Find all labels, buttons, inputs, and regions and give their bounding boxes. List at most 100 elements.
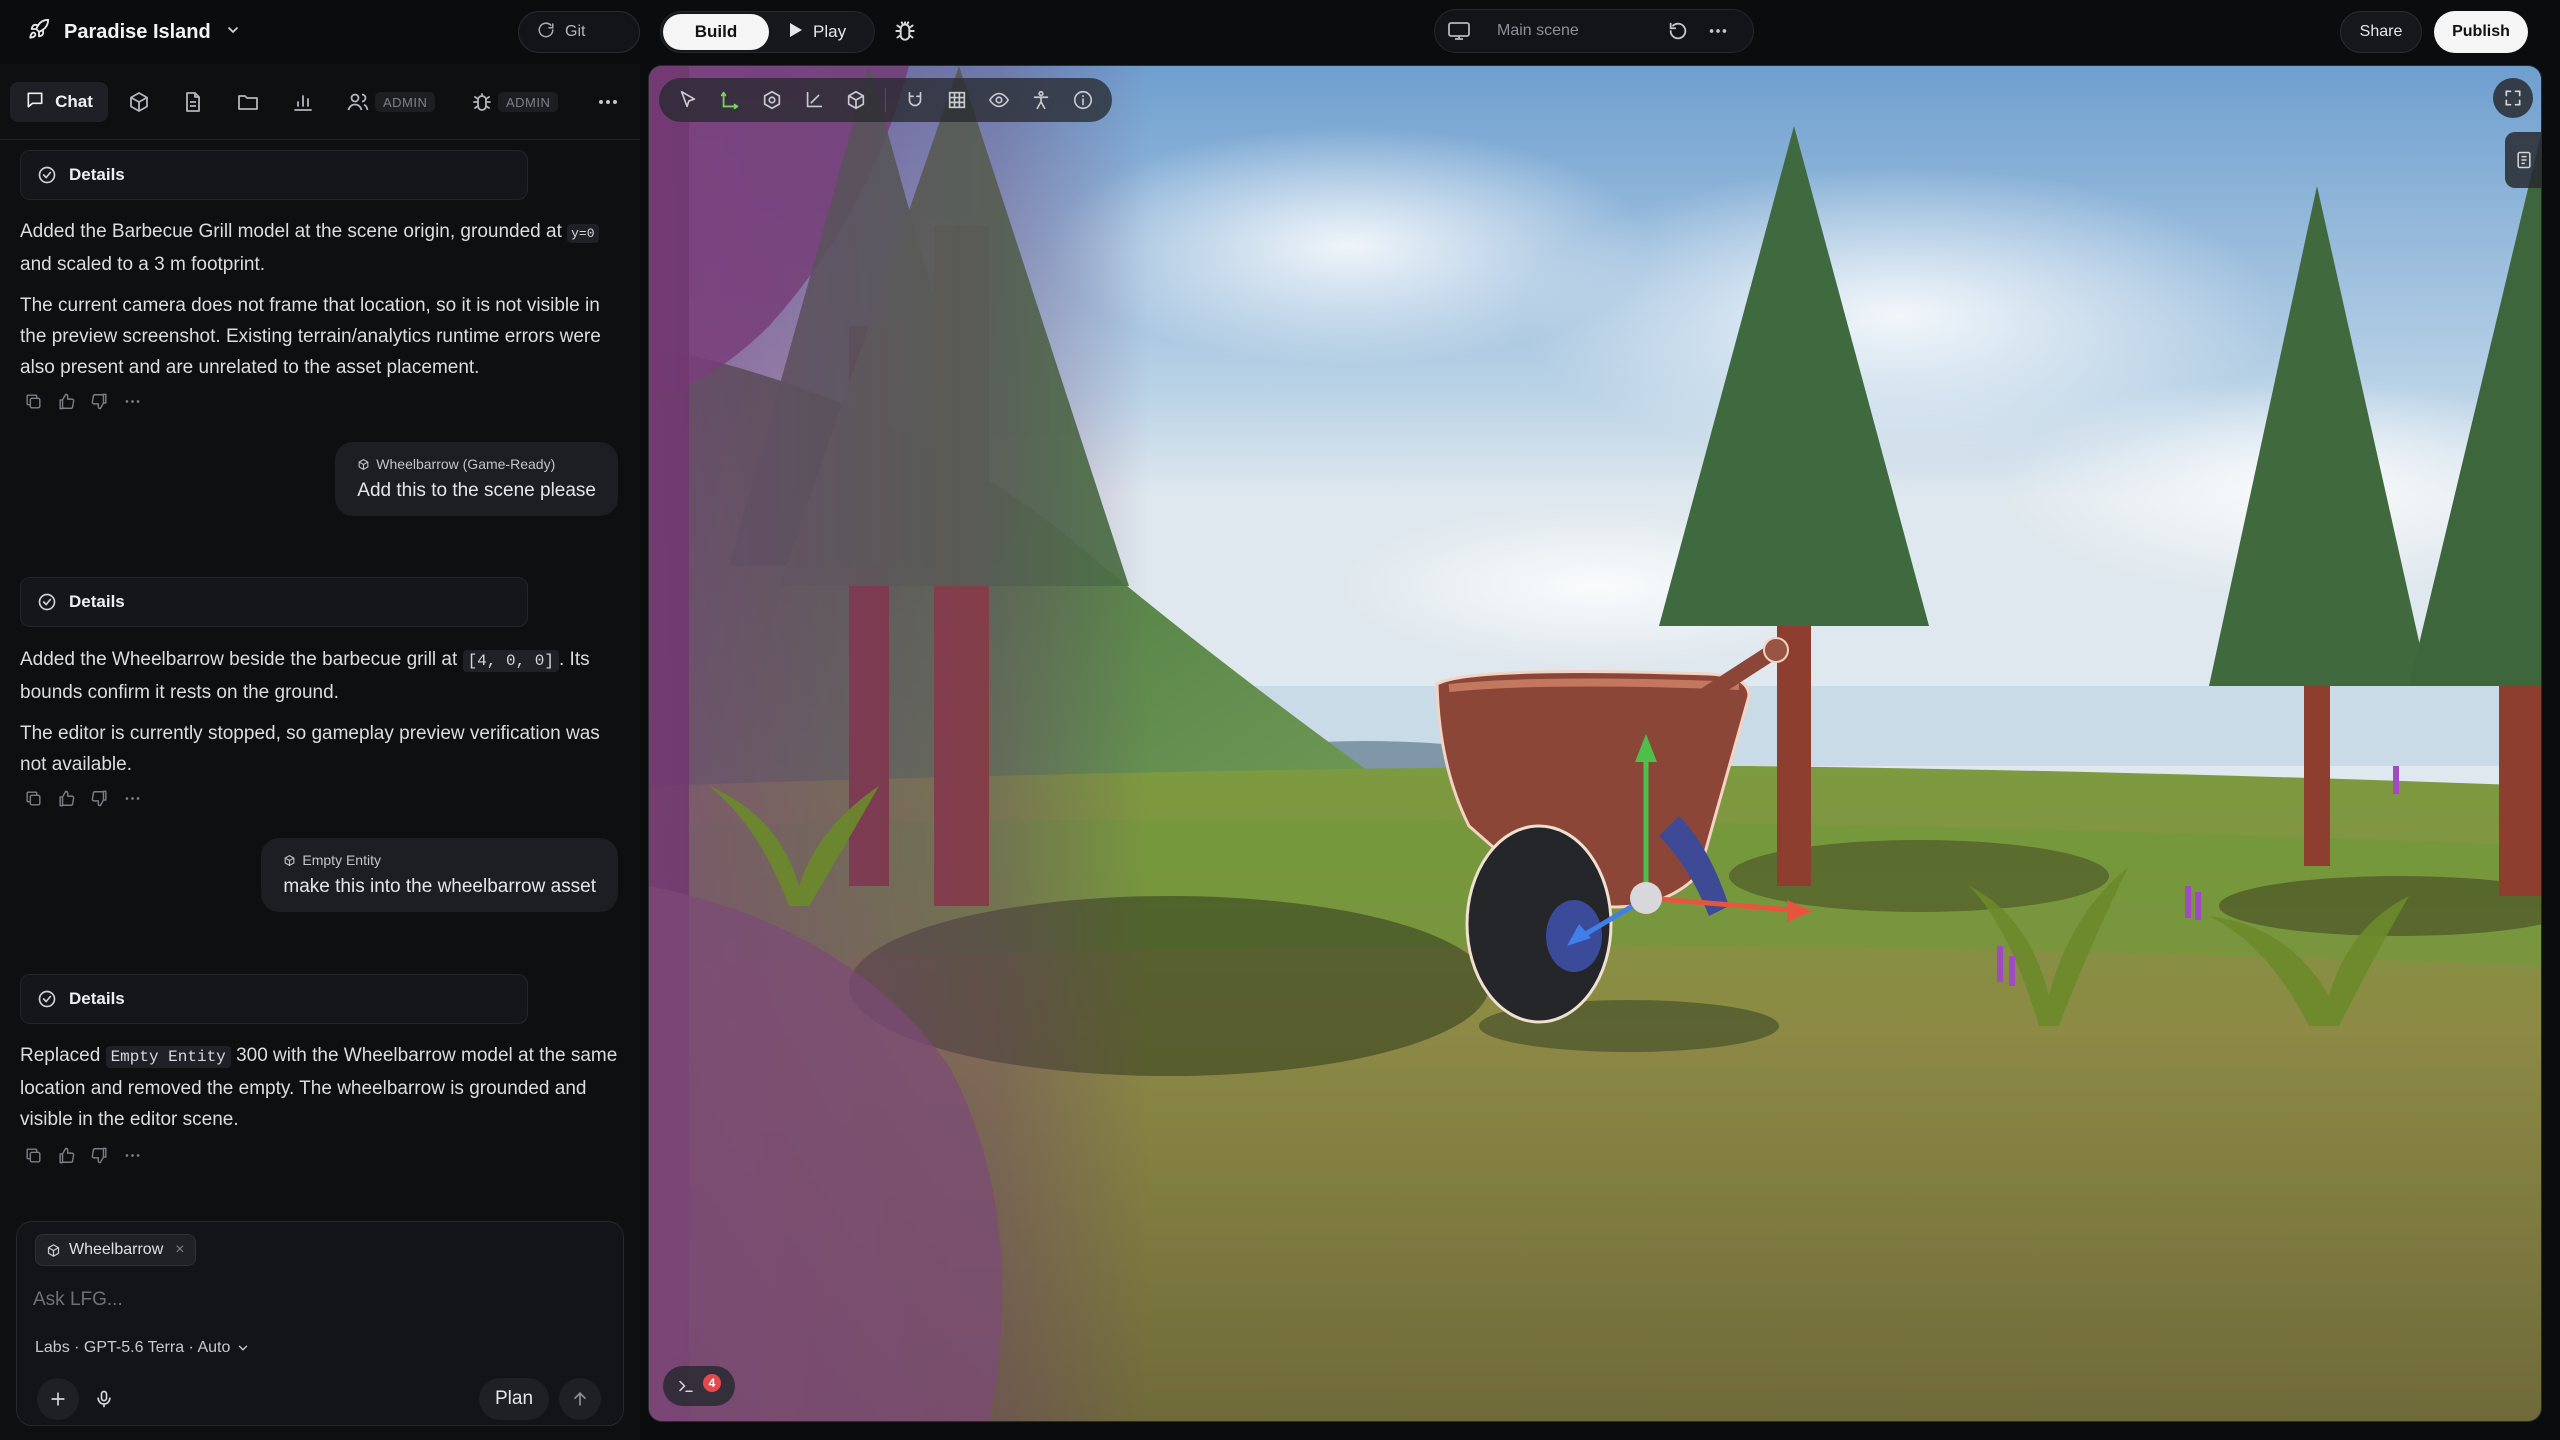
check-circle-icon: [38, 166, 56, 184]
chat-bubble-icon: [25, 90, 45, 115]
details-toggle[interactable]: Details: [20, 577, 528, 627]
message-text: Replaced: [20, 1045, 101, 1066]
scene-viewport[interactable]: 4: [648, 65, 2542, 1422]
thumbs-up-icon[interactable]: [57, 392, 76, 411]
thumbs-down-icon[interactable]: [90, 1146, 109, 1165]
context-label: Wheelbarrow (Game-Ready): [376, 456, 556, 472]
inline-code: [4, 0, 0]: [462, 650, 559, 672]
info-icon: [1073, 90, 1093, 110]
tab-admin-settings[interactable]: [470, 90, 494, 114]
assistant-message: Replaced Empty Entity 300 with the Wheel…: [20, 1040, 620, 1135]
mic-icon: [97, 1390, 111, 1408]
debug-button[interactable]: [892, 18, 920, 46]
tab-chat[interactable]: Chat: [10, 82, 108, 122]
info-button[interactable]: [1064, 81, 1102, 119]
scene-render[interactable]: [649, 66, 2542, 1422]
message-paragraph: Added the Wheelbarrow beside the barbecu…: [20, 644, 620, 708]
rocket-icon: [28, 18, 50, 46]
model-selector[interactable]: Labs · GPT-5.6 Terra · Auto: [35, 1339, 250, 1357]
check-circle-icon: [38, 593, 56, 611]
send-button[interactable]: [559, 1378, 601, 1420]
grid-toggle[interactable]: [938, 81, 976, 119]
message-text: Add this to the scene please: [357, 480, 596, 501]
more-icon: [599, 100, 617, 104]
project-selector[interactable]: Paradise Island: [28, 14, 241, 50]
copy-icon[interactable]: [24, 789, 43, 808]
publish-button[interactable]: Publish: [2434, 11, 2528, 53]
character-toggle[interactable]: [1022, 81, 1060, 119]
inspector-icon: [2517, 151, 2531, 169]
thumbs-down-icon[interactable]: [90, 392, 109, 411]
check-circle-icon: [38, 990, 56, 1008]
snap-toggle[interactable]: [896, 81, 934, 119]
gear-bug-icon: [473, 93, 491, 111]
rotate-icon: [763, 90, 781, 110]
build-tab[interactable]: Build: [663, 14, 769, 50]
thumbs-up-icon[interactable]: [57, 789, 76, 808]
rotate-tool[interactable]: [753, 81, 791, 119]
more-icon[interactable]: [123, 392, 142, 411]
share-button[interactable]: Share: [2340, 11, 2422, 53]
fullscreen-button[interactable]: [2493, 78, 2533, 118]
context-reference[interactable]: Wheelbarrow (Game-Ready): [357, 456, 596, 472]
tab-docs[interactable]: [181, 90, 205, 114]
eye-icon: [988, 92, 1010, 108]
user-message: Wheelbarrow (Game-Ready) Add this to the…: [335, 442, 618, 516]
more-tabs-button[interactable]: [596, 90, 620, 114]
plan-button[interactable]: Plan: [479, 1378, 549, 1420]
message-actions: [24, 789, 142, 808]
bar-chart-icon: [294, 95, 312, 111]
tab-users[interactable]: [346, 90, 370, 114]
message-paragraph: Added the Barbecue Grill model at the sc…: [20, 216, 620, 280]
more-icon[interactable]: [1707, 20, 1729, 42]
tab-chat-label: Chat: [55, 92, 93, 111]
context-label: Empty Entity: [302, 852, 381, 868]
more-icon[interactable]: [123, 1146, 142, 1165]
chat-panel: Chat ADMIN ADMIN Details Added the Barbe…: [0, 64, 640, 1440]
details-toggle[interactable]: Details: [20, 974, 528, 1024]
message-text: Added the Barbecue Grill model at the sc…: [20, 221, 562, 242]
refresh-icon[interactable]: [1667, 20, 1689, 42]
scale-tool[interactable]: [795, 81, 833, 119]
assistant-message: Added the Barbecue Grill model at the sc…: [20, 216, 620, 383]
tab-analytics[interactable]: [291, 90, 315, 114]
message-text: Added the Wheelbarrow beside the barbecu…: [20, 649, 458, 670]
tab-files[interactable]: [236, 90, 260, 114]
add-button[interactable]: [37, 1378, 79, 1420]
plus-icon: [51, 1392, 65, 1406]
more-icon[interactable]: [123, 789, 142, 808]
copy-icon[interactable]: [24, 1146, 43, 1165]
copy-icon[interactable]: [24, 392, 43, 411]
scene-name: Main scene: [1497, 22, 1579, 39]
details-toggle[interactable]: Details: [20, 150, 528, 200]
play-icon: [789, 22, 803, 43]
cube-icon: [358, 458, 369, 470]
thumbs-down-icon[interactable]: [90, 789, 109, 808]
chevron-down-icon: [239, 1345, 248, 1351]
select-tool[interactable]: [669, 81, 707, 119]
console-button[interactable]: 4: [663, 1366, 735, 1406]
fullscreen-icon: [2505, 90, 2521, 106]
magnet-icon: [908, 91, 922, 107]
play-tab[interactable]: Play: [789, 14, 846, 50]
scene-selector[interactable]: Main scene: [1434, 9, 1754, 53]
mode-switch: Build Play: [660, 11, 875, 53]
top-bar: Paradise Island Git Build Play Main scen…: [0, 0, 2560, 64]
visibility-toggle[interactable]: [980, 81, 1018, 119]
bounds-tool[interactable]: [837, 81, 875, 119]
context-reference[interactable]: Empty Entity: [283, 852, 596, 868]
close-icon[interactable]: ×: [175, 1241, 184, 1259]
tab-assets[interactable]: [127, 90, 151, 114]
prompt-input[interactable]: [33, 1282, 593, 1318]
message-actions: [24, 1146, 142, 1165]
context-chip[interactable]: Wheelbarrow ×: [35, 1234, 196, 1266]
git-button[interactable]: Git: [518, 11, 640, 53]
thumbs-up-icon[interactable]: [57, 1146, 76, 1165]
git-icon: [537, 21, 555, 44]
inspector-toggle[interactable]: [2505, 132, 2541, 188]
move-tool[interactable]: [711, 81, 749, 119]
mic-button[interactable]: [83, 1378, 125, 1420]
message-paragraph: The current camera does not frame that l…: [20, 295, 601, 378]
admin-badge: ADMIN: [498, 92, 559, 112]
chat-composer: Wheelbarrow × Labs · GPT-5.6 Terra · Aut…: [16, 1221, 624, 1426]
